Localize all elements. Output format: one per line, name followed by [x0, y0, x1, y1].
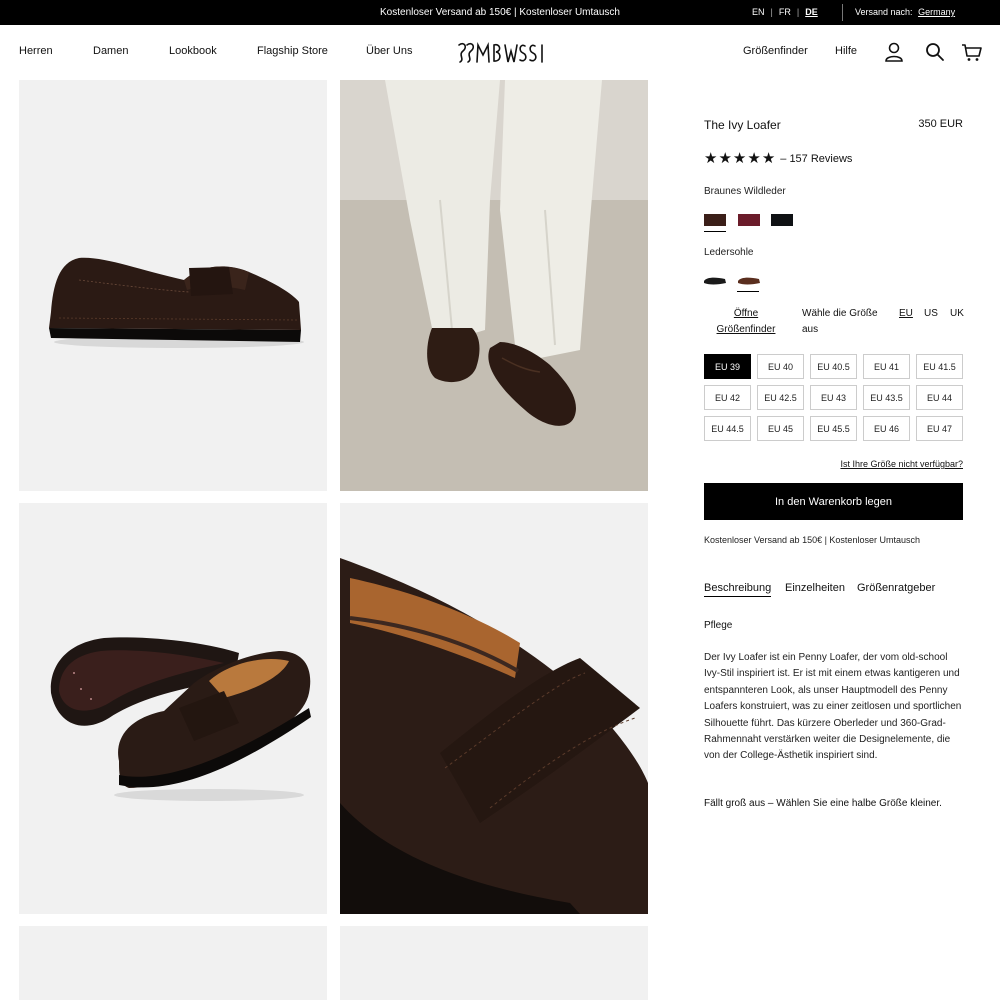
color-label: Braunes Wildleder [704, 186, 786, 197]
size-option[interactable]: EU 43 [810, 385, 857, 410]
size-option[interactable]: EU 46 [863, 416, 910, 441]
add-to-cart-button[interactable]: In den Warenkorb legen [704, 483, 963, 520]
product-title: The Ivy Loafer [704, 118, 781, 132]
color-swatch-brown-suede[interactable] [704, 214, 726, 226]
tab-beschreibung[interactable]: Beschreibung [704, 582, 772, 597]
product-price: 350 EUR [918, 118, 963, 130]
size-option[interactable]: EU 39 [704, 354, 751, 379]
account-icon[interactable] [883, 41, 905, 63]
cart-shipping-note: Kostenloser Versand ab 150€ | Kostenlose… [704, 535, 920, 545]
gallery-image-6[interactable] [340, 926, 648, 1000]
product-rating[interactable]: ★ ★ ★ ★ ★ – 157 Reviews [704, 150, 852, 167]
size-option[interactable]: EU 44.5 [704, 416, 751, 441]
shipping-label: Versand nach: [855, 7, 913, 17]
lang-de[interactable]: DE [805, 7, 818, 17]
size-option[interactable]: EU 44 [916, 385, 963, 410]
sole-option-brown[interactable] [737, 275, 761, 287]
promo-text: Kostenloser Versand ab 150€ | Kostenlose… [380, 7, 620, 18]
cart-icon[interactable] [961, 41, 983, 63]
lang-en[interactable]: EN [752, 7, 765, 17]
fit-note: Fällt groß aus – Wählen Sie eine halbe G… [704, 798, 942, 809]
product-description: Der Ivy Loafer ist ein Penny Loafer, der… [704, 652, 962, 762]
topbar-divider [842, 4, 843, 21]
nav-help[interactable]: Hilfe [835, 45, 857, 57]
main-header: Herren Damen Lookbook Flagship Store Übe… [0, 25, 1000, 80]
gallery-image-5[interactable] [19, 926, 327, 1000]
color-swatch-burgundy[interactable] [738, 214, 760, 226]
nav-lookbook[interactable]: Lookbook [169, 45, 217, 57]
loafer-side-view-image[interactable] [19, 80, 327, 491]
nav-size-finder[interactable]: Größenfinder [743, 45, 808, 57]
star-icon: ★ [732, 150, 747, 167]
size-option[interactable]: EU 40.5 [810, 354, 857, 379]
sole-option-black[interactable] [703, 275, 727, 287]
size-option[interactable]: EU 42 [704, 385, 751, 410]
choose-size-label: Wähle die Größe aus [802, 308, 878, 335]
open-size-finder-link[interactable]: Öffne Größenfinder [704, 306, 788, 338]
product-panel: The Ivy Loafer 350 EUR ★ ★ ★ ★ ★ – 157 R… [667, 80, 1000, 1000]
brand-logo[interactable] [456, 41, 544, 65]
loafer-detail-closeup-image[interactable] [340, 503, 648, 914]
selected-sole-underline [737, 291, 759, 292]
tab-einzelheiten[interactable]: Einzelheiten [785, 582, 845, 596]
star-icon: ★ [718, 150, 732, 167]
nav-flagship-store[interactable]: Flagship Store [257, 45, 328, 57]
size-option[interactable]: EU 42.5 [757, 385, 804, 410]
size-system-uk[interactable]: UK [950, 306, 964, 322]
loafer-pair-with-sole-image[interactable] [19, 503, 327, 914]
star-icon: ★ [704, 150, 718, 167]
size-option[interactable]: EU 43.5 [863, 385, 910, 410]
size-option[interactable]: EU 41 [863, 354, 910, 379]
sole-label: Ledersohle [704, 247, 754, 258]
size-option[interactable]: EU 47 [916, 416, 963, 441]
size-option[interactable]: EU 45.5 [810, 416, 857, 441]
tab-groessenratgeber[interactable]: Größenratgeber [857, 582, 935, 596]
size-unavailable-link[interactable]: Ist Ihre Größe nicht verfügbar? [840, 459, 963, 469]
nav-ueber-uns[interactable]: Über Uns [366, 45, 412, 57]
announcement-bar: Kostenloser Versand ab 150€ | Kostenlose… [0, 0, 1000, 25]
nav-herren[interactable]: Herren [19, 45, 53, 57]
size-system-us[interactable]: US [924, 306, 938, 322]
size-option[interactable]: EU 45 [757, 416, 804, 441]
search-icon[interactable] [924, 41, 946, 63]
star-icon: ★ [761, 150, 776, 167]
lang-separator: | [770, 7, 773, 17]
lang-fr[interactable]: FR [779, 7, 791, 17]
care-label[interactable]: Pflege [704, 620, 732, 631]
star-icon: ★ [747, 150, 761, 167]
nav-damen[interactable]: Damen [93, 45, 128, 57]
size-option[interactable]: EU 40 [757, 354, 804, 379]
size-option[interactable]: EU 41.5 [916, 354, 963, 379]
language-switcher: EN | FR | DE [752, 7, 818, 17]
review-count-link[interactable]: – 157 Reviews [780, 153, 852, 165]
selected-color-underline [704, 231, 726, 232]
shipping-country-link[interactable]: Germany [918, 7, 955, 17]
shipping-destination: Versand nach: Germany [855, 7, 955, 17]
size-system-eu[interactable]: EU [899, 306, 913, 322]
loafer-worn-with-trousers-image[interactable] [340, 80, 648, 491]
lang-separator: | [796, 7, 800, 17]
color-swatch-black[interactable] [771, 214, 793, 226]
